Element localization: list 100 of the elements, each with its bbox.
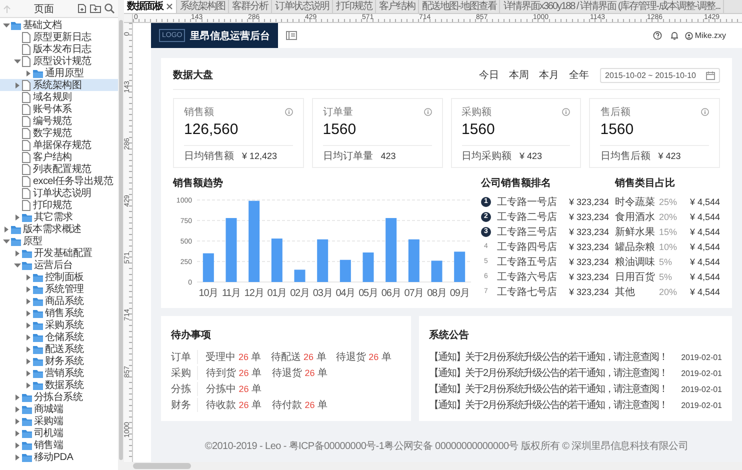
todo-item[interactable]: 待退货 26 单 bbox=[272, 366, 338, 380]
tree-item[interactable]: 原型 bbox=[0, 235, 118, 247]
caret-icon[interactable] bbox=[2, 238, 10, 244]
todo-item[interactable]: 待付款 26 单 bbox=[272, 398, 338, 412]
caret-icon[interactable] bbox=[24, 310, 32, 316]
tree-item[interactable]: excel任务导出规范 bbox=[0, 175, 118, 187]
notice-link[interactable]: 【通知】关于2月份系统升级公告的若干通知，请注意查阅！ bbox=[429, 350, 668, 364]
tree-item[interactable]: 版本发布日志 bbox=[0, 43, 118, 55]
caret-icon[interactable] bbox=[24, 286, 32, 292]
caret-icon[interactable] bbox=[24, 370, 32, 376]
tree-item[interactable]: 配送系统 bbox=[0, 343, 118, 355]
todo-item[interactable]: 待退货 26 单 bbox=[336, 350, 401, 364]
sidebar-toggle-icon[interactable] bbox=[286, 31, 298, 40]
tree-item[interactable]: 数字规范 bbox=[0, 127, 118, 139]
tree-item[interactable]: 数据系统 bbox=[0, 379, 118, 391]
caret-icon[interactable] bbox=[2, 22, 10, 28]
tree-item[interactable]: 原型更新日志 bbox=[0, 31, 118, 43]
notice-link[interactable]: 【通知】关于2月份系统升级公告的若干通知，请注意查阅！ bbox=[429, 382, 668, 396]
caret-icon[interactable] bbox=[14, 82, 20, 88]
todo-item[interactable]: 待配送 26 单 bbox=[270, 350, 336, 364]
caret-icon[interactable] bbox=[24, 298, 32, 304]
tree-item[interactable]: 系统架构图 bbox=[0, 79, 118, 91]
tree-item[interactable]: 采购系统 bbox=[0, 319, 118, 331]
tab[interactable]: 客户结构 bbox=[376, 0, 419, 13]
notice-link[interactable]: 【通知】关于2月份系统升级公告的若干通知，请注意查阅！ bbox=[429, 398, 668, 412]
tab[interactable]: 打印规范 bbox=[333, 0, 376, 13]
tab[interactable]: 系统架构图 bbox=[177, 0, 229, 13]
tab[interactable]: 客群分析 bbox=[229, 0, 272, 13]
caret-icon[interactable] bbox=[14, 418, 20, 424]
calendar-icon[interactable] bbox=[706, 70, 715, 80]
tree-item[interactable]: 列表配置规范 bbox=[0, 163, 118, 175]
caret-icon[interactable] bbox=[2, 226, 10, 232]
tree-item[interactable]: 采购端 bbox=[0, 415, 118, 427]
tree-item[interactable]: 版本需求概述 bbox=[0, 223, 118, 235]
tree-item[interactable]: 订单状态说明 bbox=[0, 187, 118, 199]
caret-icon[interactable] bbox=[24, 346, 32, 352]
tree-item[interactable]: 司机端 bbox=[0, 427, 118, 439]
tab[interactable]: 配送地图-地图查看 bbox=[419, 0, 500, 13]
info-icon[interactable] bbox=[701, 108, 709, 116]
caret-icon[interactable] bbox=[14, 394, 20, 400]
tree-item[interactable]: 营销系统 bbox=[0, 367, 118, 379]
search-icon[interactable] bbox=[104, 3, 115, 14]
tree-item[interactable]: 仓储系统 bbox=[0, 331, 118, 343]
tree-item[interactable]: 销售端 bbox=[0, 439, 118, 451]
caret-icon[interactable] bbox=[14, 430, 20, 436]
tree-item[interactable]: 客户结构 bbox=[0, 151, 118, 163]
tree-item[interactable]: 分拣台系统 bbox=[0, 391, 118, 403]
caret-icon[interactable] bbox=[14, 214, 20, 220]
tree-item[interactable]: 商品系统 bbox=[0, 295, 118, 307]
caret-icon[interactable] bbox=[24, 274, 32, 280]
bell-icon[interactable] bbox=[670, 31, 679, 40]
tree-item[interactable]: 系统管理 bbox=[0, 283, 118, 295]
todo-item[interactable]: 分拣中 26 单 bbox=[206, 382, 272, 396]
tree-item[interactable]: 运营后台 bbox=[0, 259, 118, 271]
tree-item[interactable]: 控制面板 bbox=[0, 271, 118, 283]
tree-item[interactable]: 商城端 bbox=[0, 403, 118, 415]
tree-item[interactable]: 通用原型 bbox=[0, 67, 118, 79]
tree-item[interactable]: 域名规则 bbox=[0, 91, 118, 103]
user-menu[interactable]: Mike.zxy bbox=[684, 31, 726, 40]
caret-icon[interactable] bbox=[14, 250, 20, 256]
caret-icon[interactable] bbox=[14, 442, 20, 448]
caret-icon[interactable] bbox=[14, 406, 20, 412]
range-tab[interactable]: 本周 bbox=[504, 68, 534, 82]
caret-icon[interactable] bbox=[24, 334, 32, 340]
caret-icon[interactable] bbox=[24, 358, 32, 364]
help-icon[interactable] bbox=[652, 31, 662, 40]
tree-item[interactable]: 基础文档 bbox=[0, 19, 118, 31]
todo-item[interactable]: 受理中 26 单 bbox=[206, 350, 271, 364]
tree-item[interactable]: 账号体系 bbox=[0, 103, 118, 115]
add-page-icon[interactable] bbox=[77, 3, 87, 14]
caret-icon[interactable] bbox=[24, 382, 32, 388]
info-icon[interactable] bbox=[284, 108, 293, 116]
notice-link[interactable]: 【通知】关于2月份系统升级公告的若干通知，请注意查阅！ bbox=[429, 366, 668, 380]
caret-icon[interactable] bbox=[24, 322, 32, 328]
scrollbar[interactable] bbox=[124, 462, 742, 470]
tree-item[interactable]: 打印规范 bbox=[0, 199, 118, 211]
tree-item[interactable]: 移动PDA bbox=[0, 451, 118, 463]
tree-item[interactable]: 财务系统 bbox=[0, 355, 118, 367]
caret-icon[interactable] bbox=[14, 58, 20, 64]
todo-item[interactable]: 待到货 26 单 bbox=[206, 366, 272, 380]
info-icon[interactable] bbox=[424, 108, 432, 116]
tree-item[interactable]: 原型设计规范 bbox=[0, 55, 118, 67]
caret-icon[interactable] bbox=[14, 454, 20, 460]
caret-icon[interactable] bbox=[14, 262, 20, 268]
tree-item[interactable]: 编号规范 bbox=[0, 115, 118, 127]
add-folder-icon[interactable] bbox=[90, 3, 101, 14]
close-icon[interactable] bbox=[166, 3, 173, 10]
tree-item[interactable]: 单据保存规范 bbox=[0, 139, 118, 151]
caret-icon[interactable] bbox=[24, 70, 32, 76]
tree-item[interactable]: 开发基础配置 bbox=[0, 247, 118, 259]
range-tab[interactable]: 今日 bbox=[474, 68, 504, 82]
range-tab[interactable]: 全年 bbox=[564, 68, 594, 82]
tab[interactable]: 数据面板 bbox=[124, 0, 177, 13]
scrollbar[interactable] bbox=[118, 0, 124, 470]
info-icon[interactable] bbox=[562, 108, 570, 116]
tab[interactable]: 订单状态说明 bbox=[272, 0, 333, 13]
todo-item[interactable]: 待收款 26 单 bbox=[206, 398, 272, 412]
tree-item[interactable]: 其它需求 bbox=[0, 211, 118, 223]
range-tab[interactable]: 本月 bbox=[534, 68, 564, 82]
date-range-field[interactable]: 2015-10-02 ~ 2015-10-10 bbox=[600, 68, 720, 82]
